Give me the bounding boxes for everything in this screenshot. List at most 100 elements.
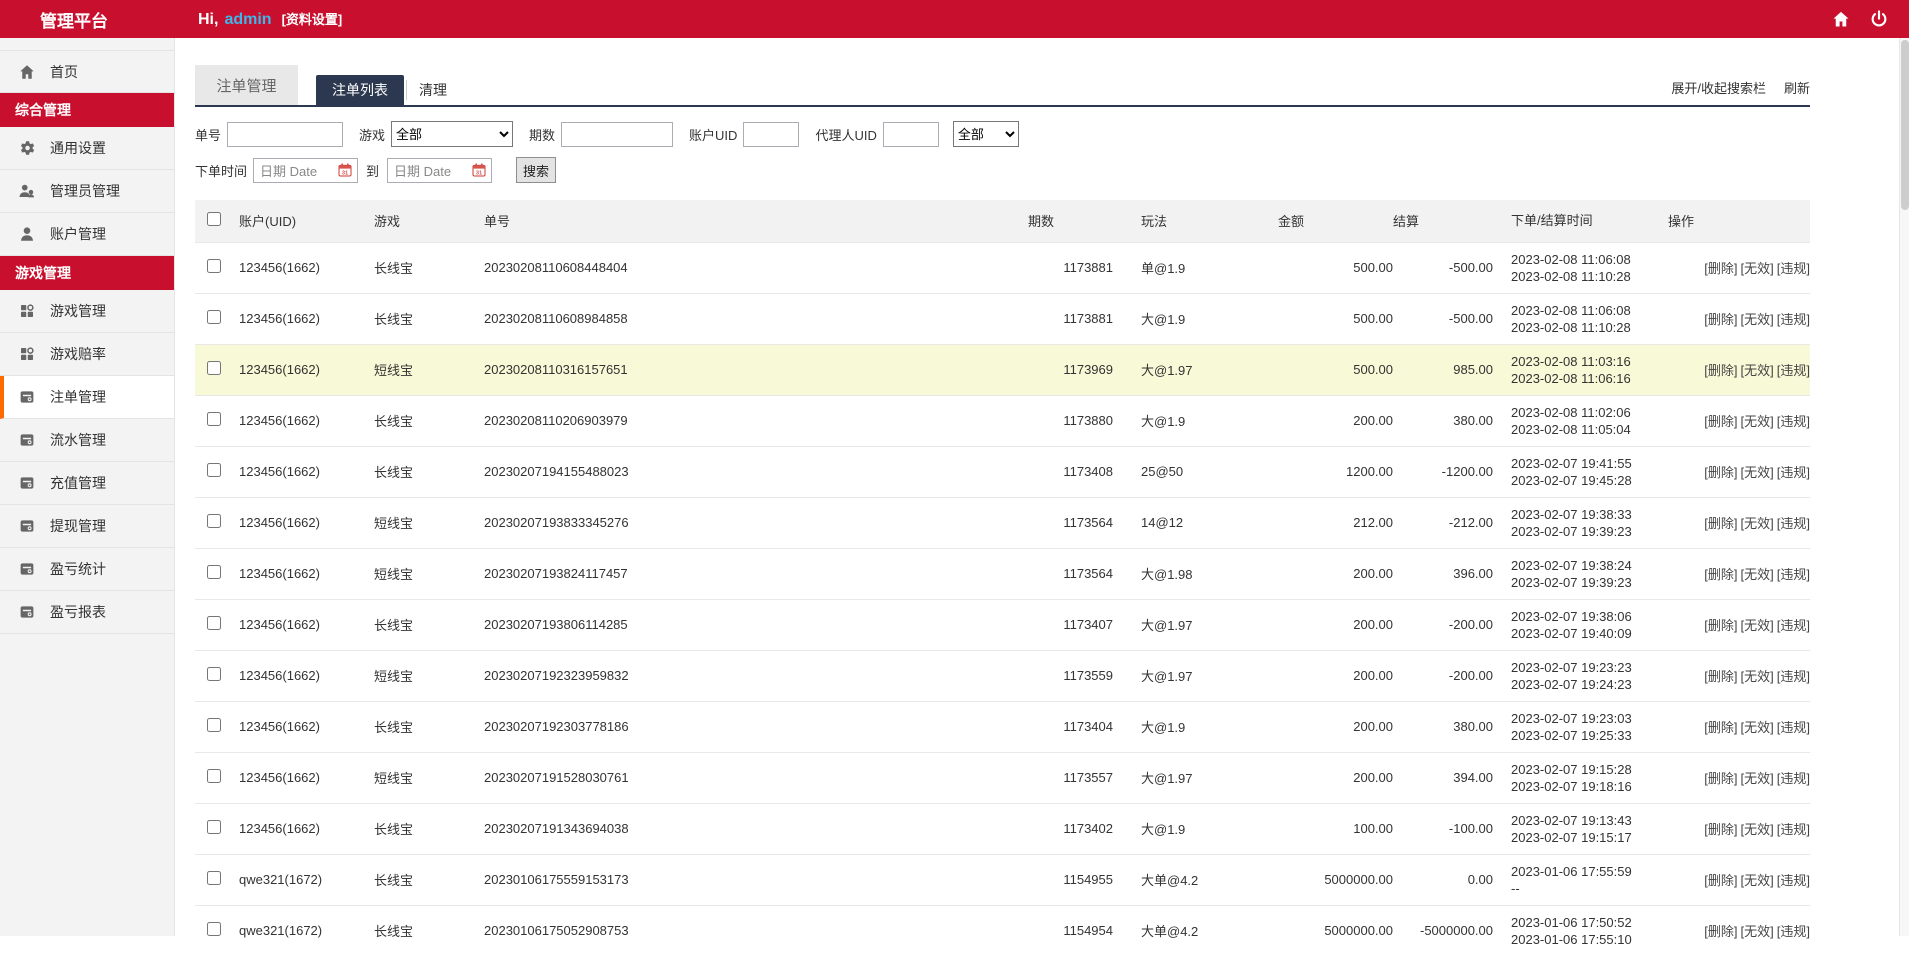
- action-violation-link[interactable]: [违规]: [1777, 312, 1810, 327]
- profile-settings-link[interactable]: [资料设置]: [282, 9, 343, 28]
- issue-label: 期数: [529, 127, 556, 143]
- action-violation-link[interactable]: [违规]: [1777, 771, 1810, 786]
- cell-order: 20230207192303778186: [484, 719, 629, 734]
- action-violation-link[interactable]: [违规]: [1777, 822, 1810, 837]
- logout-power-icon[interactable]: [1869, 9, 1889, 29]
- search-button[interactable]: 搜索: [516, 157, 557, 183]
- action-invalid-link[interactable]: [无效]: [1741, 261, 1774, 276]
- action-invalid-link[interactable]: [无效]: [1741, 873, 1774, 888]
- sidebar-item[interactable]: 盈亏报表: [0, 591, 174, 634]
- refresh-link[interactable]: 刷新: [1784, 78, 1810, 97]
- action-delete-link[interactable]: [删除]: [1704, 414, 1737, 429]
- tab-order-list[interactable]: 注单列表: [316, 75, 404, 105]
- action-invalid-link[interactable]: [无效]: [1741, 465, 1774, 480]
- order-no-input[interactable]: [227, 121, 344, 147]
- action-invalid-link[interactable]: [无效]: [1741, 720, 1774, 735]
- row-checkbox[interactable]: [207, 718, 221, 732]
- sidebar-item[interactable]: 充值管理: [0, 462, 174, 505]
- action-invalid-link[interactable]: [无效]: [1741, 669, 1774, 684]
- action-violation-link[interactable]: [违规]: [1777, 669, 1810, 684]
- action-invalid-link[interactable]: [无效]: [1741, 363, 1774, 378]
- row-checkbox[interactable]: [207, 412, 221, 426]
- status-select[interactable]: 全部: [952, 121, 1019, 147]
- action-invalid-link[interactable]: [无效]: [1741, 312, 1774, 327]
- sidebar-item[interactable]: 流水管理: [0, 419, 174, 462]
- issue-input[interactable]: [561, 121, 674, 147]
- action-invalid-link[interactable]: [无效]: [1741, 516, 1774, 531]
- sidebar-item-label: 盈亏报表: [50, 604, 106, 620]
- sidebar-item[interactable]: 游戏赔率: [0, 333, 174, 376]
- action-delete-link[interactable]: [删除]: [1704, 669, 1737, 684]
- action-delete-link[interactable]: [删除]: [1704, 363, 1737, 378]
- row-checkbox[interactable]: [207, 463, 221, 477]
- action-violation-link[interactable]: [违规]: [1777, 567, 1810, 582]
- action-delete-link[interactable]: [删除]: [1704, 822, 1737, 837]
- action-invalid-link[interactable]: [无效]: [1741, 924, 1774, 939]
- scrollbar-thumb[interactable]: [1901, 40, 1909, 210]
- row-checkbox[interactable]: [207, 820, 221, 834]
- row-checkbox[interactable]: [207, 565, 221, 579]
- row-checkbox[interactable]: [207, 616, 221, 630]
- row-checkbox[interactable]: [207, 514, 221, 528]
- home-icon[interactable]: [1831, 9, 1851, 29]
- sidebar-item[interactable]: 管理员管理: [0, 170, 174, 213]
- row-checkbox[interactable]: [207, 667, 221, 681]
- sidebar-item[interactable]: 游戏管理: [0, 290, 174, 333]
- action-delete-link[interactable]: [删除]: [1704, 312, 1737, 327]
- row-checkbox[interactable]: [207, 310, 221, 324]
- row-checkbox[interactable]: [207, 361, 221, 375]
- action-violation-link[interactable]: [违规]: [1777, 414, 1810, 429]
- action-delete-link[interactable]: [删除]: [1704, 720, 1737, 735]
- action-invalid-link[interactable]: [无效]: [1741, 414, 1774, 429]
- action-violation-link[interactable]: [违规]: [1777, 363, 1810, 378]
- cell-settle: -500.00: [1448, 311, 1493, 326]
- select-all-checkbox[interactable]: [207, 212, 221, 227]
- calendar-icon[interactable]: 31: [471, 162, 487, 178]
- action-delete-link[interactable]: [删除]: [1704, 924, 1737, 939]
- action-invalid-link[interactable]: [无效]: [1741, 567, 1774, 582]
- sidebar-item[interactable]: 提现管理: [0, 505, 174, 548]
- cell-time: 2023-02-07 19:38:33 2023-02-07 19:39:23: [1511, 506, 1632, 539]
- action-delete-link[interactable]: [删除]: [1704, 873, 1737, 888]
- action-delete-link[interactable]: [删除]: [1704, 261, 1737, 276]
- sidebar-item[interactable]: 注单管理: [0, 376, 174, 419]
- row-checkbox[interactable]: [207, 769, 221, 783]
- action-violation-link[interactable]: [违规]: [1777, 924, 1810, 939]
- row-checkbox[interactable]: [207, 871, 221, 885]
- sidebar-item[interactable]: 盈亏统计: [0, 548, 174, 591]
- action-violation-link[interactable]: [违规]: [1777, 618, 1810, 633]
- action-delete-link[interactable]: [删除]: [1704, 618, 1737, 633]
- game-select[interactable]: 全部: [391, 121, 514, 147]
- row-checkbox[interactable]: [207, 922, 221, 937]
- action-violation-link[interactable]: [违规]: [1777, 516, 1810, 531]
- date-to-input[interactable]: 日期 Date 31: [387, 157, 493, 183]
- cell-amount: 200.00: [1353, 566, 1393, 581]
- vertical-scrollbar[interactable]: [1899, 38, 1909, 936]
- date-from-input[interactable]: 日期 Date 31: [253, 157, 359, 183]
- action-delete-link[interactable]: [删除]: [1704, 567, 1737, 582]
- account-uid-input[interactable]: [743, 121, 800, 147]
- action-delete-link[interactable]: [删除]: [1704, 465, 1737, 480]
- action-delete-link[interactable]: [删除]: [1704, 771, 1737, 786]
- toggle-search-link[interactable]: 展开/收起搜索栏: [1671, 78, 1766, 97]
- calendar-icon[interactable]: 31: [337, 162, 353, 178]
- sidebar-item[interactable]: 账户管理: [0, 213, 174, 256]
- action-violation-link[interactable]: [违规]: [1777, 261, 1810, 276]
- sidebar-item[interactable]: 首页: [0, 50, 174, 93]
- report-icon: [18, 431, 36, 449]
- header-play: 玩法: [1141, 214, 1168, 230]
- action-invalid-link[interactable]: [无效]: [1741, 822, 1774, 837]
- action-violation-link[interactable]: [违规]: [1777, 873, 1810, 888]
- cell-time: 2023-02-08 11:06:08 2023-02-08 11:10:28: [1511, 302, 1631, 335]
- row-checkbox[interactable]: [207, 259, 221, 273]
- agent-uid-input[interactable]: [882, 121, 939, 147]
- action-violation-link[interactable]: [违规]: [1777, 465, 1810, 480]
- action-invalid-link[interactable]: [无效]: [1741, 771, 1774, 786]
- topbar: 管理平台 Hi, admin [资料设置]: [0, 0, 1909, 38]
- action-invalid-link[interactable]: [无效]: [1741, 618, 1774, 633]
- action-violation-link[interactable]: [违规]: [1777, 720, 1810, 735]
- sidebar-item[interactable]: 通用设置: [0, 127, 174, 170]
- tab-cleanup[interactable]: 清理: [406, 80, 459, 100]
- cell-time: 2023-02-07 19:15:28 2023-02-07 19:18:16: [1511, 761, 1632, 794]
- action-delete-link[interactable]: [删除]: [1704, 516, 1737, 531]
